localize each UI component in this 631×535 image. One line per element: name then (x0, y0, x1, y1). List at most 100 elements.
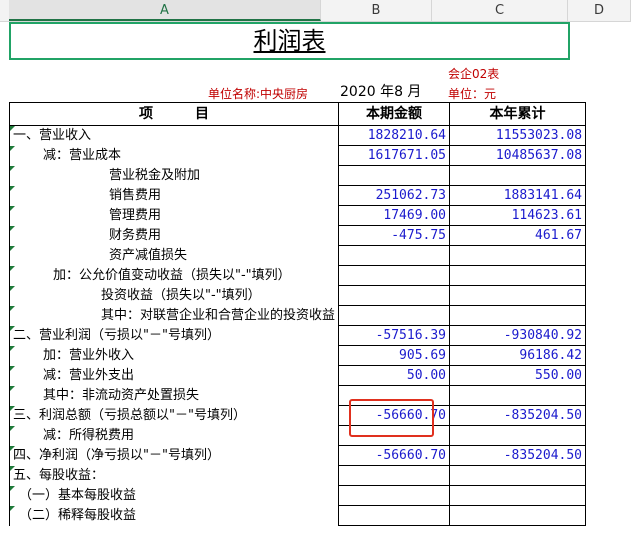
ytd-amount-cell[interactable] (449, 465, 587, 486)
table-row: 管理费用 17469.00 114623.61 (8, 205, 587, 226)
table-row: 五、每股收益： (8, 465, 587, 486)
row-label-cell[interactable]: 销售费用 (8, 185, 340, 206)
ytd-amount-cell[interactable] (449, 385, 587, 406)
table-row: 一、营业收入 1828210.64 11553023.08 (8, 125, 587, 146)
table-row: 加：公允价值变动收益（损失以"-"填列） (8, 265, 587, 286)
current-amount-cell[interactable]: 1617671.05 (338, 145, 451, 166)
current-amount-cell[interactable]: -57516.39 (338, 325, 451, 346)
row-label-cell[interactable]: （二）稀释每股收益 (8, 505, 340, 526)
current-amount-cell[interactable]: 251062.73 (338, 185, 451, 206)
cell-indicator-icon (10, 385, 15, 391)
current-amount-cell[interactable]: 905.69 (338, 345, 451, 366)
table-row: 其中：对联营企业和合营企业的投资收益 (8, 305, 587, 326)
row-label-cell[interactable]: 加：公允价值变动收益（损失以"-"填列） (8, 265, 340, 286)
row-label: 五、每股收益： (13, 468, 105, 483)
row-label-cell[interactable]: 管理费用 (8, 205, 340, 226)
cell-indicator-icon (10, 145, 15, 151)
column-header-a[interactable]: A (9, 0, 321, 21)
current-amount-cell[interactable]: 17469.00 (338, 205, 451, 226)
header-item[interactable]: 项 目 (8, 102, 340, 126)
row-label: 销售费用 (109, 188, 162, 203)
current-amount-cell[interactable] (338, 165, 451, 186)
ytd-amount-cell[interactable]: 114623.61 (449, 205, 587, 226)
ytd-amount-cell[interactable]: 550.00 (449, 365, 587, 386)
current-amount-cell[interactable]: -475.75 (338, 225, 451, 246)
ytd-amount-cell[interactable]: -930840.92 (449, 325, 587, 346)
cell-indicator-icon (10, 425, 15, 431)
highlight-box (349, 399, 434, 437)
row-label-cell[interactable]: 资产减值损失 (8, 245, 340, 266)
row-label-cell[interactable]: 减：所得税费用 (8, 425, 340, 446)
cell-indicator-icon (10, 345, 15, 351)
table-row: 其中：非流动资产处置损失 (8, 385, 587, 406)
current-amount-cell[interactable]: 1828210.64 (338, 125, 451, 146)
table-row: 减：营业成本 1617671.05 10485637.08 (8, 145, 587, 166)
cell-indicator-icon (10, 285, 15, 291)
ytd-amount-cell[interactable]: 461.67 (449, 225, 587, 246)
ytd-amount-cell[interactable]: 1883141.64 (449, 185, 587, 206)
table-row: 投资收益（损失以"-"填列） (8, 285, 587, 306)
ytd-amount-cell[interactable]: -835204.50 (449, 405, 587, 426)
row-label-cell[interactable]: 减：营业成本 (8, 145, 340, 166)
cell-indicator-icon (10, 505, 15, 511)
table-row: 加：营业外收入 905.69 96186.42 (8, 345, 587, 366)
table-row: （一）基本每股收益 (8, 485, 587, 506)
cell-indicator-icon (10, 165, 15, 171)
ytd-amount-cell[interactable]: -835204.50 (449, 445, 587, 466)
ytd-amount-cell[interactable]: 96186.42 (449, 345, 587, 366)
current-amount-cell[interactable] (338, 305, 451, 326)
column-header-d[interactable]: D (568, 0, 631, 21)
row-label-cell[interactable]: 加：营业外收入 (8, 345, 340, 366)
cell-indicator-icon (10, 265, 15, 271)
ytd-amount-cell[interactable]: 11553023.08 (449, 125, 587, 146)
form-code: 会企02表 (448, 67, 500, 81)
ytd-amount-cell[interactable] (449, 165, 587, 186)
row-label-cell[interactable]: 其中：非流动资产处置损失 (8, 385, 340, 406)
row-label-cell[interactable]: 其中：对联营企业和合营企业的投资收益 (8, 305, 340, 326)
cell-indicator-icon (10, 185, 15, 191)
column-header-b[interactable]: B (321, 0, 432, 21)
table-row: （二）稀释每股收益 (8, 505, 587, 526)
header-current-period[interactable]: 本期金额 (338, 102, 451, 126)
header-year-to-date[interactable]: 本年累计 (449, 102, 587, 126)
cell-indicator-icon (10, 305, 15, 311)
current-amount-cell[interactable]: 50.00 (338, 365, 451, 386)
ytd-amount-cell[interactable] (449, 245, 587, 266)
current-amount-cell[interactable] (338, 265, 451, 286)
table-row: 四、净利润（净亏损以"－"号填列） -56660.70 -835204.50 (8, 445, 587, 466)
current-amount-cell[interactable] (338, 505, 451, 526)
current-amount-cell[interactable]: -56660.70 (338, 445, 451, 466)
row-label-cell[interactable]: 营业税金及附加 (8, 165, 340, 186)
row-label-cell[interactable]: 四、净利润（净亏损以"－"号填列） (8, 445, 340, 466)
ytd-amount-cell[interactable] (449, 285, 587, 306)
column-header-c[interactable]: C (432, 0, 568, 21)
row-label-cell[interactable]: （一）基本每股收益 (8, 485, 340, 506)
row-label-cell[interactable]: 财务费用 (8, 225, 340, 246)
row-label: 减：营业外支出 (43, 368, 135, 383)
current-amount-cell[interactable] (338, 285, 451, 306)
current-amount-cell[interactable] (338, 485, 451, 506)
cell-indicator-icon (10, 465, 15, 471)
row-label-cell[interactable]: 五、每股收益： (8, 465, 340, 486)
ytd-amount-cell[interactable] (449, 305, 587, 326)
row-label-cell[interactable]: 减：营业外支出 (8, 365, 340, 386)
ytd-amount-cell[interactable] (449, 485, 587, 506)
row-label: 四、净利润（净亏损以"－"号填列） (13, 448, 220, 463)
row-label-cell[interactable]: 二、营业利润（亏损以"－"号填列） (8, 325, 340, 346)
title-cell[interactable]: 利润表 (9, 22, 570, 60)
row-label: 减：所得税费用 (43, 428, 135, 443)
row-label-cell[interactable]: 三、利润总额（亏损总额以"－"号填列） (8, 405, 340, 426)
table-row: 营业税金及附加 (8, 165, 587, 186)
row-label: 三、利润总额（亏损总额以"－"号填列） (13, 408, 246, 423)
table-row: 财务费用 -475.75 461.67 (8, 225, 587, 246)
ytd-amount-cell[interactable] (449, 265, 587, 286)
row-label-cell[interactable]: 一、营业收入 (8, 125, 340, 146)
current-amount-cell[interactable] (338, 465, 451, 486)
ytd-amount-cell[interactable] (449, 505, 587, 526)
ytd-amount-cell[interactable]: 10485637.08 (449, 145, 587, 166)
cell-indicator-icon (10, 405, 15, 411)
table-row: 减：营业外支出 50.00 550.00 (8, 365, 587, 386)
ytd-amount-cell[interactable] (449, 425, 587, 446)
row-label-cell[interactable]: 投资收益（损失以"-"填列） (8, 285, 340, 306)
current-amount-cell[interactable] (338, 245, 451, 266)
